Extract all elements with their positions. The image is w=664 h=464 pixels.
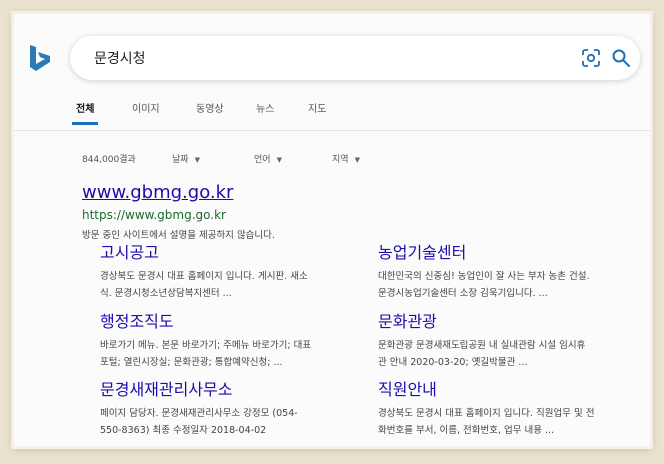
result-url: https://www.gbmg.go.kr <box>82 208 226 222</box>
tab-maps[interactable]: 지도 <box>308 100 326 125</box>
sublink-saejae-office: 문경새재관리사무소 페이지 담당자. 문경새재관리사무소 강정모 (054- 5… <box>100 380 350 439</box>
sublink-desc-line: 경상북도 문경시 대표 홈페이지 입니다. 게시판. 새소 <box>100 271 308 282</box>
tab-all[interactable]: 전체 <box>71 100 99 125</box>
sublink-desc-line: 관 안내 2020-03-20; 옛길박물관 ... <box>378 357 528 368</box>
search-box[interactable]: 문경시청 <box>70 36 640 80</box>
bing-logo-icon[interactable] <box>28 44 52 72</box>
sublink-desc-line: 경상북도 문경시 대표 홈페이지 입니다. 직원업무 및 전 <box>378 408 595 419</box>
result-title-link[interactable]: www.gbmg.go.kr <box>82 182 233 203</box>
sublink-title[interactable]: 농업기술센터 <box>378 243 628 263</box>
sublink-desc-line: 문경시농업기술센터 소장 김욱기입니다. ... <box>378 288 548 299</box>
sublink-description: 문화관광 문경새재도립공원 내 실내관람 시설 임시휴 관 안내 2020-03… <box>378 337 628 371</box>
tabs-divider <box>14 130 650 131</box>
language-filter-label: 언어 <box>254 155 271 165</box>
chevron-down-icon: ▼ <box>194 156 200 164</box>
result-count: 844,000결과 <box>82 155 136 165</box>
sublink-title[interactable]: 문화관광 <box>378 312 628 332</box>
sublink-desc-line: 식. 문경시청소년상담복지센터 ... <box>100 288 232 299</box>
sublink-title[interactable]: 문경새재관리사무소 <box>100 380 350 400</box>
sublink-culture-tourism: 문화관광 문화관광 문경새재도립공원 내 실내관람 시설 임시휴 관 안내 20… <box>378 312 628 371</box>
sublink-desc-line: 대한민국의 신중심! 농업인이 잘 사는 부자 농촌 건설. <box>378 271 590 282</box>
sublink-description: 페이지 담당자. 문경새재관리사무소 강정모 (054- 550-8363) 최… <box>100 405 350 439</box>
sublink-desc-line: 바로가기 메뉴. 본문 바로가기; 주메뉴 바로가기; 대표 <box>100 340 312 351</box>
language-filter[interactable]: 언어 ▼ <box>254 152 282 165</box>
sublink-desc-line: 550-8363) 최종 수정일자 2018-04-02 <box>100 425 267 436</box>
sublink-title[interactable]: 직원안내 <box>378 380 628 400</box>
tab-news[interactable]: 뉴스 <box>256 100 274 125</box>
chevron-down-icon: ▼ <box>354 156 360 164</box>
sublink-description: 대한민국의 신중심! 농업인이 잘 사는 부자 농촌 건설. 문경시농업기술센터… <box>378 268 628 302</box>
sublink-title[interactable]: 고시공고 <box>100 243 350 263</box>
filter-bar: 844,000결과 날짜 ▼ 언어 ▼ 지역 ▼ <box>14 152 650 168</box>
region-filter[interactable]: 지역 ▼ <box>332 152 360 165</box>
tab-images[interactable]: 이미지 <box>132 100 160 125</box>
visual-search-icon[interactable] <box>580 47 602 69</box>
sublink-desc-line: 페이지 담당자. 문경새재관리사무소 강정모 (054- <box>100 408 298 419</box>
sublink-org-chart: 행정조직도 바로가기 메뉴. 본문 바로가기; 주메뉴 바로가기; 대표 포털;… <box>100 312 350 371</box>
sublink-description: 경상북도 문경시 대표 홈페이지 입니다. 게시판. 새소 식. 문경시청소년상… <box>100 268 350 302</box>
result-description: 방문 중인 사이트에서 설명을 제공하지 않습니다. <box>82 230 275 241</box>
search-icon[interactable] <box>610 47 632 69</box>
search-results-page: 문경시청 전체 이미지 동영상 뉴스 지도 844,000결과 날짜 ▼ 언어 … <box>14 14 650 446</box>
date-filter-label: 날짜 <box>172 155 189 165</box>
sublink-staff-directory: 직원안내 경상북도 문경시 대표 홈페이지 입니다. 직원업무 및 전 화번호를… <box>378 380 628 439</box>
region-filter-label: 지역 <box>332 155 349 165</box>
sublink-desc-line: 문화관광 문경새재도립공원 내 실내관람 시설 임시휴 <box>378 340 586 351</box>
sublink-desc-line: 화번호를 부서, 이름, 전화번호, 업무 내용 ... <box>378 425 555 436</box>
search-input[interactable]: 문경시청 <box>94 48 146 68</box>
tab-videos[interactable]: 동영상 <box>196 100 224 125</box>
chevron-down-icon: ▼ <box>276 156 282 164</box>
sublink-desc-line: 포털; 열린시장실; 문화관광; 통합예약신청; ... <box>100 357 283 368</box>
sublink-description: 바로가기 메뉴. 본문 바로가기; 주메뉴 바로가기; 대표 포털; 열린시장실… <box>100 337 350 371</box>
date-filter[interactable]: 날짜 ▼ <box>172 152 200 165</box>
sublink-notice: 고시공고 경상북도 문경시 대표 홈페이지 입니다. 게시판. 새소 식. 문경… <box>100 243 350 302</box>
sublink-title[interactable]: 행정조직도 <box>100 312 350 332</box>
sublink-agriculture: 농업기술센터 대한민국의 신중심! 농업인이 잘 사는 부자 농촌 건설. 문경… <box>378 243 628 302</box>
sublink-description: 경상북도 문경시 대표 홈페이지 입니다. 직원업무 및 전 화번호를 부서, … <box>378 405 628 439</box>
